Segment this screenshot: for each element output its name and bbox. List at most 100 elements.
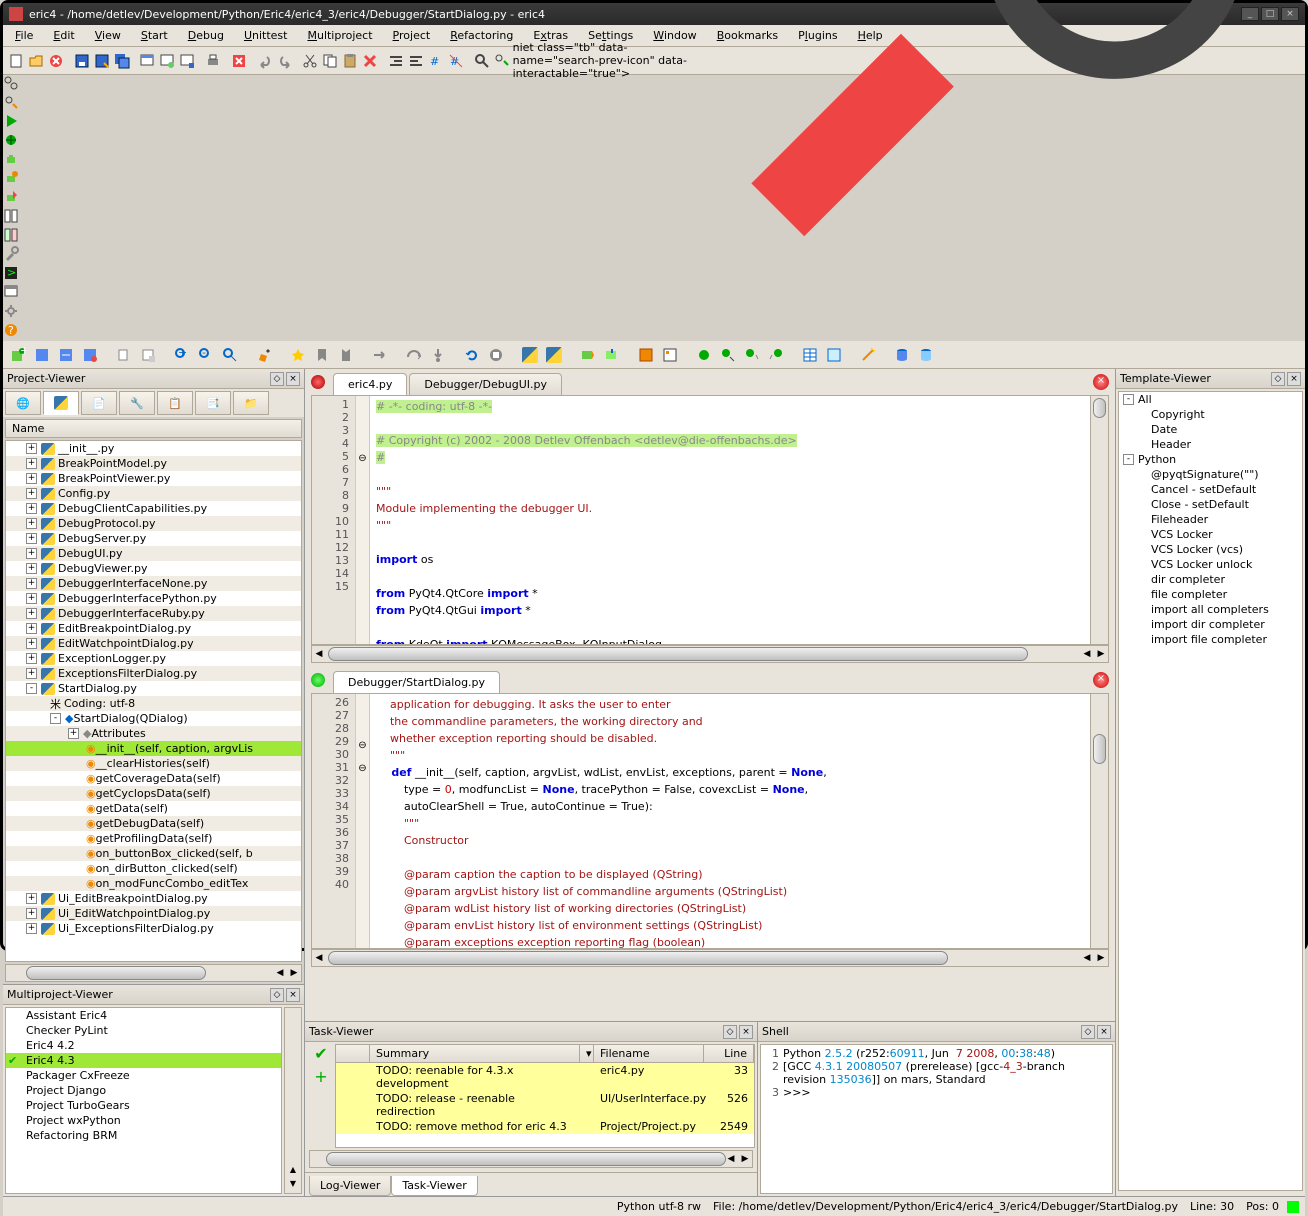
- table-icon[interactable]: [799, 344, 821, 366]
- panel-close-icon[interactable]: ×: [739, 1025, 753, 1039]
- zoom-out-icon[interactable]: -: [195, 344, 217, 366]
- pv-tab-translations[interactable]: 📋: [157, 391, 193, 415]
- copy-icon[interactable]: [321, 50, 339, 72]
- multiproject-item[interactable]: Project wxPython: [6, 1113, 281, 1128]
- template-item[interactable]: @pyqtSignature(""): [1119, 467, 1302, 482]
- panel-undock-icon[interactable]: ◇: [723, 1025, 737, 1039]
- project-method[interactable]: ◉ getCyclopsData(self): [6, 786, 301, 801]
- template-item[interactable]: import file completer: [1119, 632, 1302, 647]
- project-tree[interactable]: +__init__.py+BreakPointModel.py+BreakPoi…: [5, 440, 302, 962]
- db-icon[interactable]: [891, 344, 913, 366]
- delete-icon[interactable]: [361, 50, 379, 72]
- template-item[interactable]: Copyright: [1119, 407, 1302, 422]
- form-edit-icon[interactable]: [659, 344, 681, 366]
- close-file-icon[interactable]: [47, 50, 65, 72]
- tab-log-viewer[interactable]: Log-Viewer: [309, 1176, 391, 1196]
- multiproject-item[interactable]: Project TurboGears: [6, 1098, 281, 1113]
- python-icon[interactable]: [519, 344, 541, 366]
- project-method[interactable]: ◉ getData(self): [6, 801, 301, 816]
- project-method[interactable]: ◉ on_dirButton_clicked(self): [6, 861, 301, 876]
- paste2-icon[interactable]: [137, 344, 159, 366]
- menu-multiproject[interactable]: Multiproject: [299, 27, 380, 44]
- panel-undock-icon[interactable]: ◇: [1081, 1025, 1095, 1039]
- unindent-icon[interactable]: [407, 50, 425, 72]
- wand-icon[interactable]: [857, 344, 879, 366]
- vcs-add-icon[interactable]: +: [7, 344, 29, 366]
- paste-icon[interactable]: [341, 50, 359, 72]
- project-method[interactable]: ◉ __init__(self, caption, argvLis: [6, 741, 301, 756]
- step-into-icon[interactable]: [427, 344, 449, 366]
- menu-view[interactable]: View: [87, 27, 129, 44]
- python-run-icon[interactable]: [543, 344, 565, 366]
- editor1-tab-1[interactable]: Debugger/DebugUI.py: [409, 373, 562, 395]
- project-file[interactable]: +DebuggerInterfaceRuby.py: [6, 606, 301, 621]
- panel-close-icon[interactable]: ×: [1287, 372, 1301, 386]
- multiproject-item[interactable]: Assistant Eric4: [6, 1008, 281, 1023]
- template-group[interactable]: - All: [1119, 392, 1302, 407]
- project-file[interactable]: -StartDialog.py: [6, 681, 301, 696]
- project-method[interactable]: ◉ getProfilingData(self): [6, 831, 301, 846]
- breakpoint-icon[interactable]: [693, 344, 715, 366]
- project-method[interactable]: ◉ on_buttonBox_clicked(self, b: [6, 846, 301, 861]
- template-item[interactable]: VCS Locker (vcs): [1119, 542, 1302, 557]
- editor1-fold-column[interactable]: ⊖: [356, 396, 370, 644]
- print-icon[interactable]: [204, 50, 222, 72]
- project-tree-hscroll[interactable]: ◀▶: [5, 964, 302, 982]
- bookmark-icon[interactable]: [287, 344, 309, 366]
- tab-task-viewer[interactable]: Task-Viewer: [391, 1176, 477, 1196]
- editor1[interactable]: 123456789101112131415 ⊖ # -*- coding: ut…: [311, 395, 1109, 645]
- menu-refactoring[interactable]: Refactoring: [442, 27, 521, 44]
- template-item[interactable]: Close - setDefault: [1119, 497, 1302, 512]
- goto-icon[interactable]: [369, 344, 391, 366]
- template-tree[interactable]: - AllCopyrightDateHeader- Python@pyqtSig…: [1118, 391, 1303, 1191]
- vcs-checkout-icon[interactable]: [577, 344, 599, 366]
- panel-close-icon[interactable]: ×: [286, 372, 300, 386]
- restart-icon[interactable]: [461, 344, 483, 366]
- task-row[interactable]: TODO: reenable for 4.3.x developmenteric…: [336, 1063, 754, 1091]
- project-tree-item[interactable]: -◆ StartDialog(QDialog): [6, 711, 301, 726]
- editor1-hscroll[interactable]: ◀ ◀▶: [311, 645, 1109, 663]
- project-method[interactable]: ◉ getDebugData(self): [6, 816, 301, 831]
- project-file[interactable]: +BreakPointModel.py: [6, 456, 301, 471]
- multiproject-item[interactable]: Refactoring BRM: [6, 1128, 281, 1143]
- zoom-in-icon[interactable]: +: [171, 344, 193, 366]
- editor1-vscroll[interactable]: [1090, 396, 1108, 644]
- task-add-icon[interactable]: +: [314, 1067, 327, 1086]
- project-file[interactable]: +Ui_EditWatchpointDialog.py: [6, 906, 301, 921]
- project-file[interactable]: +DebugProtocol.py: [6, 516, 301, 531]
- comment-icon[interactable]: #: [427, 50, 445, 72]
- save-all-icon[interactable]: [113, 50, 131, 72]
- template-group[interactable]: - Python: [1119, 452, 1302, 467]
- pv-tab-others[interactable]: 📁: [233, 391, 269, 415]
- panel-undock-icon[interactable]: ◇: [1271, 372, 1285, 386]
- project-method[interactable]: ◉ getCoverageData(self): [6, 771, 301, 786]
- breakpoint-edit-icon[interactable]: [717, 344, 739, 366]
- save-window-icon[interactable]: [178, 50, 196, 72]
- menu-file[interactable]: File: [7, 27, 41, 44]
- task-list[interactable]: Summary ▾ Filename Line TODO: reenable f…: [335, 1044, 755, 1148]
- multiproject-list[interactable]: Assistant Eric4Checker PyLintEric4 4.2✔E…: [5, 1007, 282, 1194]
- step-over-icon[interactable]: [403, 344, 425, 366]
- panel-close-icon[interactable]: ×: [1097, 1025, 1111, 1039]
- vcs-remove-icon[interactable]: [79, 344, 101, 366]
- multiproject-item[interactable]: ✔Eric4 4.3: [6, 1053, 281, 1068]
- pv-tab-interfaces[interactable]: 📑: [195, 391, 231, 415]
- menu-debug[interactable]: Debug: [180, 27, 232, 44]
- project-file[interactable]: +ExceptionLogger.py: [6, 651, 301, 666]
- search-next-icon[interactable]: [493, 50, 511, 72]
- editor1-tab-0[interactable]: eric4.py: [333, 373, 407, 395]
- template-item[interactable]: file completer: [1119, 587, 1302, 602]
- table2-icon[interactable]: [823, 344, 845, 366]
- project-file[interactable]: +EditBreakpointDialog.py: [6, 621, 301, 636]
- task-hscroll[interactable]: ◀▶: [309, 1150, 753, 1168]
- template-item[interactable]: import dir completer: [1119, 617, 1302, 632]
- task-check-icon[interactable]: ✔: [314, 1044, 327, 1063]
- stop-icon[interactable]: [485, 344, 507, 366]
- menu-start[interactable]: Start: [133, 27, 176, 44]
- project-tree-item[interactable]: 米 Coding: utf-8: [6, 696, 301, 711]
- template-item[interactable]: Date: [1119, 422, 1302, 437]
- template-item[interactable]: VCS Locker: [1119, 527, 1302, 542]
- vcs-log-icon[interactable]: [31, 344, 53, 366]
- project-file[interactable]: +DebuggerInterfaceNone.py: [6, 576, 301, 591]
- uncomment-icon[interactable]: #: [447, 50, 465, 72]
